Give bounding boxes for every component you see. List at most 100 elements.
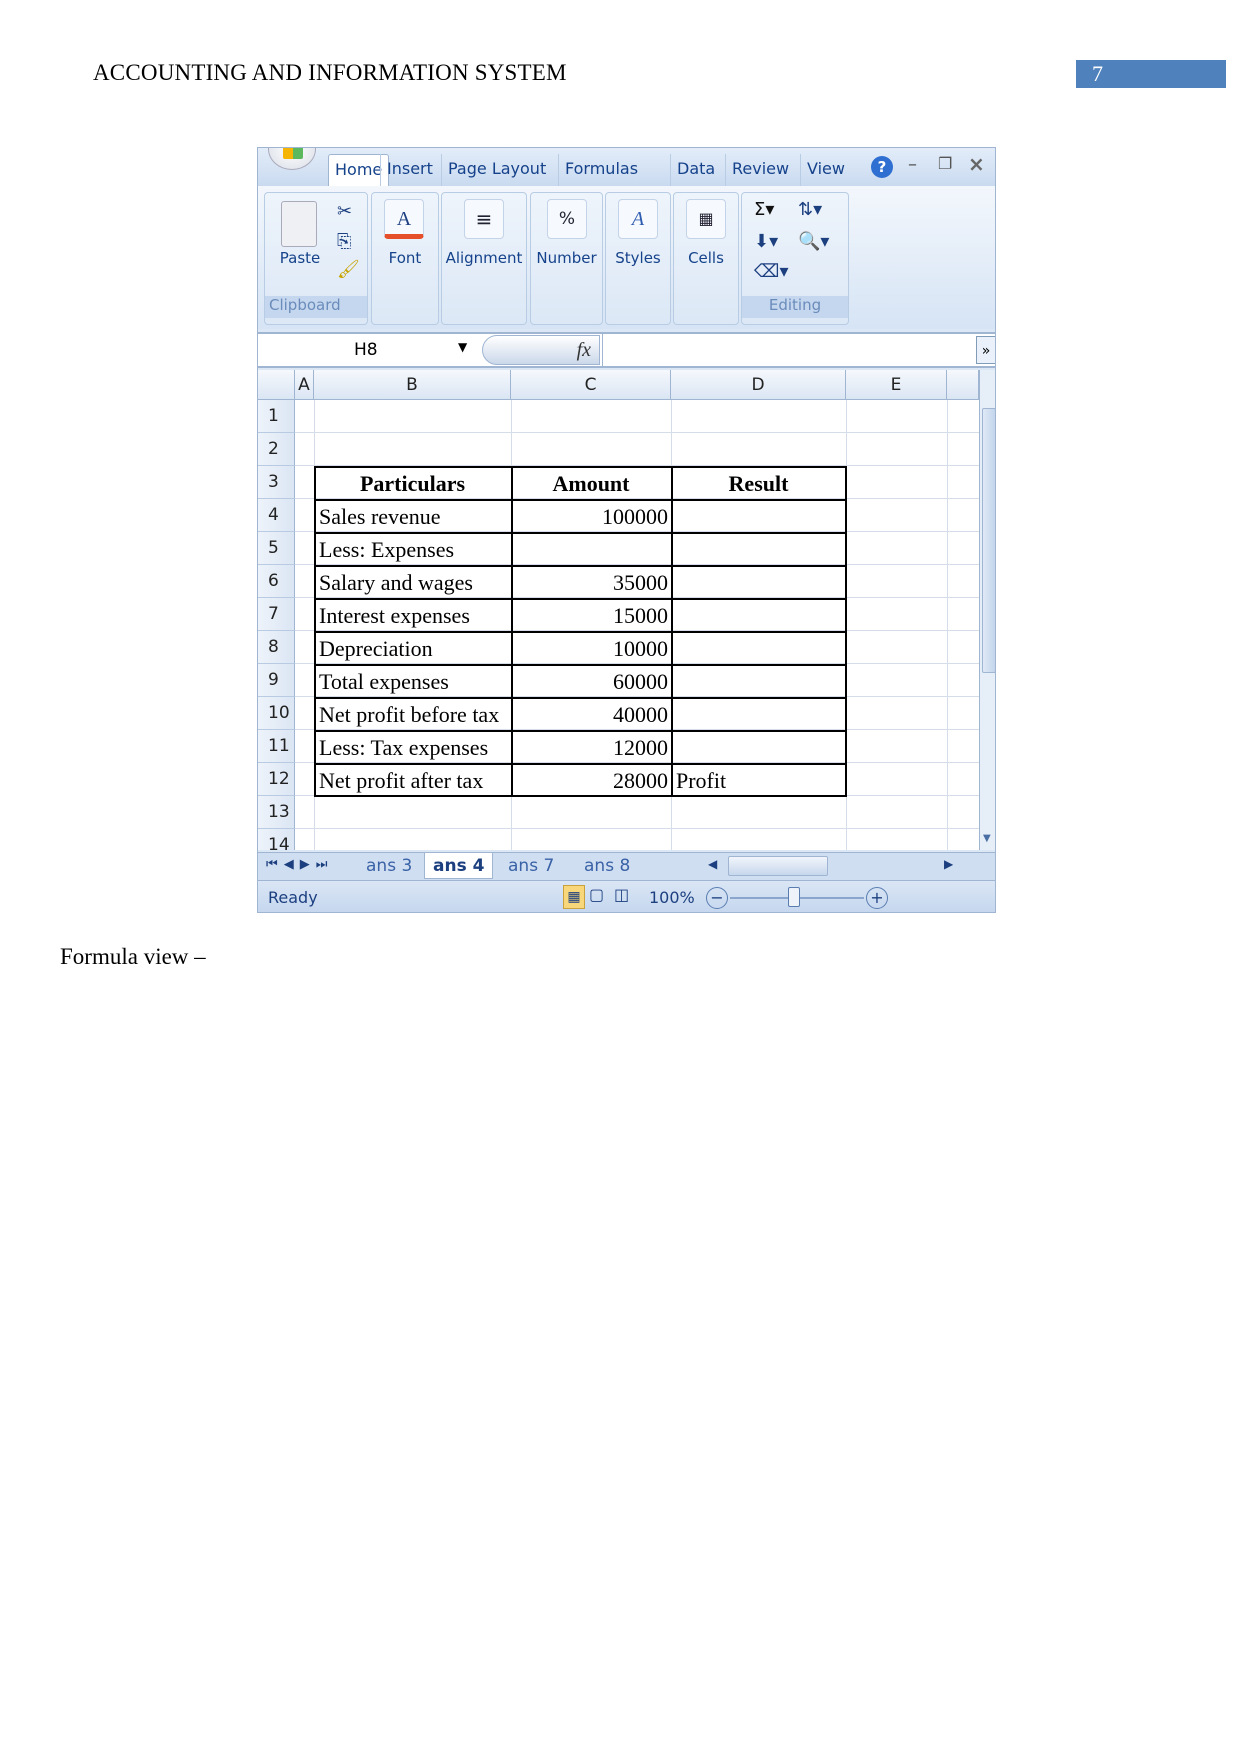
scroll-right-icon[interactable]: ▶ [944, 857, 953, 871]
paste-icon[interactable] [281, 201, 317, 247]
name-box[interactable]: H8 [258, 334, 484, 366]
row-header-2[interactable]: 2 [258, 433, 295, 466]
name-box-dropdown-icon[interactable]: ▼ [458, 340, 467, 354]
page-layout-view-icon[interactable]: ▢ [589, 885, 604, 904]
table-cell[interactable] [513, 533, 671, 566]
table-cell[interactable]: 40000 [513, 698, 671, 731]
zoom-slider-thumb[interactable] [788, 887, 800, 907]
table-cell[interactable]: Net profit after tax [316, 764, 511, 797]
help-icon[interactable]: ? [871, 156, 893, 178]
tab-page-layout[interactable]: Page Layout [441, 154, 552, 186]
row-header-6[interactable]: 6 [258, 565, 295, 598]
insert-function-button[interactable]: fx [482, 335, 600, 365]
table-cell[interactable]: Sales revenue [316, 500, 511, 533]
row-header-7[interactable]: 7 [258, 598, 295, 631]
close-icon[interactable]: × [968, 152, 985, 176]
tab-review[interactable]: Review [725, 154, 795, 186]
paste-button[interactable]: Paste [265, 249, 335, 267]
scroll-down-icon[interactable]: ▼ [983, 833, 991, 844]
table-cell[interactable] [673, 500, 846, 533]
table-header-amount[interactable]: Amount [511, 467, 671, 500]
sheet-nav-icon[interactable]: ⏮◀▶⏭ [266, 857, 333, 872]
column-header-d[interactable]: D [671, 370, 846, 400]
cells-group[interactable]: ▦ Cells [673, 192, 739, 325]
table-cell[interactable]: Less: Expenses [316, 533, 511, 566]
table-cell[interactable]: 28000 [513, 764, 671, 797]
fill-icon[interactable]: ⬇▾ [754, 231, 778, 252]
formula-input[interactable] [602, 334, 972, 366]
tab-formulas[interactable]: Formulas [558, 154, 644, 186]
table-cell[interactable]: 12000 [513, 731, 671, 764]
row-header-8[interactable]: 8 [258, 631, 295, 664]
sort-filter-icon[interactable]: ⇅▾ [798, 199, 822, 220]
table-cell[interactable]: 35000 [513, 566, 671, 599]
sheet-tab-ans-8[interactable]: ans 8 [576, 853, 638, 879]
clear-icon[interactable]: ⌫▾ [754, 261, 789, 282]
minimize-icon[interactable]: – [908, 154, 917, 175]
horizontal-scroll-thumb[interactable] [728, 856, 828, 876]
row-header-3[interactable]: 3 [258, 466, 295, 499]
row-header-12[interactable]: 12 [258, 763, 295, 796]
zoom-out-icon[interactable]: − [706, 887, 728, 909]
column-header-c[interactable]: C [511, 370, 671, 400]
select-all-corner[interactable] [258, 370, 295, 400]
format-painter-icon[interactable]: 🖌 [337, 259, 360, 280]
row-header-11[interactable]: 11 [258, 730, 295, 763]
find-icon[interactable]: 🔍▾ [798, 231, 829, 252]
row-header-4[interactable]: 4 [258, 499, 295, 532]
table-cell[interactable]: 100000 [513, 500, 671, 533]
table-cell[interactable]: Depreciation [316, 632, 511, 665]
expand-formula-bar-icon[interactable]: » [976, 336, 995, 364]
row-header-1[interactable]: 1 [258, 400, 295, 433]
column-header-b[interactable]: B [314, 370, 511, 400]
tab-data[interactable]: Data [670, 154, 721, 186]
row-header-13[interactable]: 13 [258, 796, 295, 829]
office-button[interactable] [268, 148, 316, 170]
table-cell[interactable]: 60000 [513, 665, 671, 698]
table-cell[interactable] [673, 632, 846, 665]
table-cell[interactable] [673, 599, 846, 632]
table-header-result[interactable]: Result [671, 467, 846, 500]
table-cell[interactable] [673, 665, 846, 698]
cut-icon[interactable]: ✂ [337, 201, 352, 222]
table-cell[interactable] [673, 566, 846, 599]
table-cell[interactable]: Less: Tax expenses [316, 731, 511, 764]
page-break-view-icon[interactable]: ◫ [614, 885, 629, 904]
table-cell[interactable]: 10000 [513, 632, 671, 665]
table-header-particulars[interactable]: Particulars [314, 467, 511, 500]
number-group[interactable]: % Number [530, 192, 603, 325]
scroll-left-icon[interactable]: ◀ [708, 857, 717, 871]
sheet-tab-ans-7[interactable]: ans 7 [500, 853, 562, 879]
tab-view[interactable]: View [800, 154, 851, 186]
table-cell[interactable]: Total expenses [316, 665, 511, 698]
zoom-in-icon[interactable]: + [866, 887, 888, 909]
table-cell[interactable]: Net profit before tax [316, 698, 511, 731]
vertical-scroll-thumb[interactable] [982, 408, 995, 673]
font-group[interactable]: A Font [371, 192, 439, 325]
restore-icon[interactable]: ❐ [938, 154, 952, 173]
copy-icon[interactable]: ⎘ [337, 231, 351, 252]
tab-insert[interactable]: Insert [380, 154, 439, 186]
table-cell[interactable] [673, 731, 846, 764]
autosum-icon[interactable]: Σ▾ [754, 199, 774, 220]
table-cell[interactable]: 15000 [513, 599, 671, 632]
row-header-14[interactable]: 14 [258, 829, 295, 850]
normal-view-icon[interactable]: ▦ [563, 885, 585, 909]
table-cell[interactable]: Profit [673, 764, 846, 797]
row-header-10[interactable]: 10 [258, 697, 295, 730]
vertical-scrollbar[interactable]: ▼ [979, 370, 995, 850]
table-cell[interactable] [673, 533, 846, 566]
sheet-tab-ans-4[interactable]: ans 4 [424, 853, 494, 879]
table-cell[interactable] [673, 698, 846, 731]
row-header-5[interactable]: 5 [258, 532, 295, 565]
column-header-a[interactable]: A [295, 370, 314, 400]
table-cell[interactable]: Salary and wages [316, 566, 511, 599]
column-header-f[interactable] [947, 370, 979, 400]
column-header-e[interactable]: E [846, 370, 947, 400]
styles-group[interactable]: A Styles [605, 192, 671, 325]
table-cell[interactable]: Interest expenses [316, 599, 511, 632]
row-header-9[interactable]: 9 [258, 664, 295, 697]
worksheet-grid[interactable]: A B C D E 1 2 3 4 5 6 7 8 9 10 11 12 13 14 Particulars Amoun… [258, 370, 979, 850]
sheet-tab-ans-3[interactable]: ans 3 [358, 853, 420, 879]
alignment-group[interactable]: ≡ Alignment [441, 192, 527, 325]
